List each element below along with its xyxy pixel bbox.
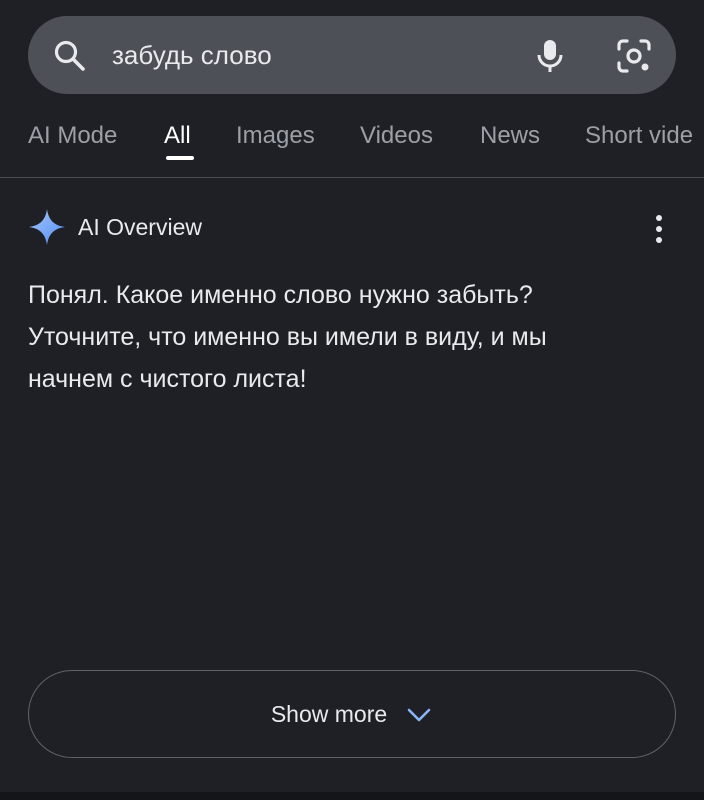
more-vertical-icon[interactable] <box>644 212 674 246</box>
tab-news[interactable]: News <box>480 118 540 154</box>
microphone-icon[interactable] <box>530 36 570 76</box>
ai-overview-line: Уточните, что именно вы имели в виду, и … <box>28 323 547 351</box>
chevron-down-icon <box>407 708 431 722</box>
tab-images[interactable]: Images <box>236 118 315 154</box>
active-tab-indicator <box>166 156 194 160</box>
tab-videos[interactable]: Videos <box>360 118 433 154</box>
tab-all[interactable]: All <box>164 118 191 154</box>
sparkle-icon <box>29 209 65 245</box>
search-input[interactable] <box>112 36 492 74</box>
ai-overview-line: начнем с чистого листа! <box>28 365 307 393</box>
search-tabs: AI Mode All Images Videos News Short vid… <box>0 100 704 178</box>
camera-lens-icon[interactable] <box>614 36 654 76</box>
ai-overview-header: AI Overview <box>28 206 676 250</box>
search-results-page: AI Mode All Images Videos News Short vid… <box>0 0 704 800</box>
ai-overview-title: AI Overview <box>78 214 202 240</box>
show-more-button[interactable]: Show more <box>28 670 676 758</box>
tab-short-videos[interactable]: Short vide <box>585 118 693 154</box>
ai-overview-text: Понял. Какое именно слово нужно забыть? … <box>28 274 668 400</box>
search-icon[interactable] <box>52 38 88 74</box>
ai-overview-line: Понял. Какое именно слово нужно забыть? <box>28 281 533 309</box>
search-bar[interactable] <box>28 16 676 94</box>
bottom-edge <box>0 792 704 800</box>
tab-ai-mode[interactable]: AI Mode <box>28 118 117 154</box>
show-more-label: Show more <box>270 700 388 727</box>
